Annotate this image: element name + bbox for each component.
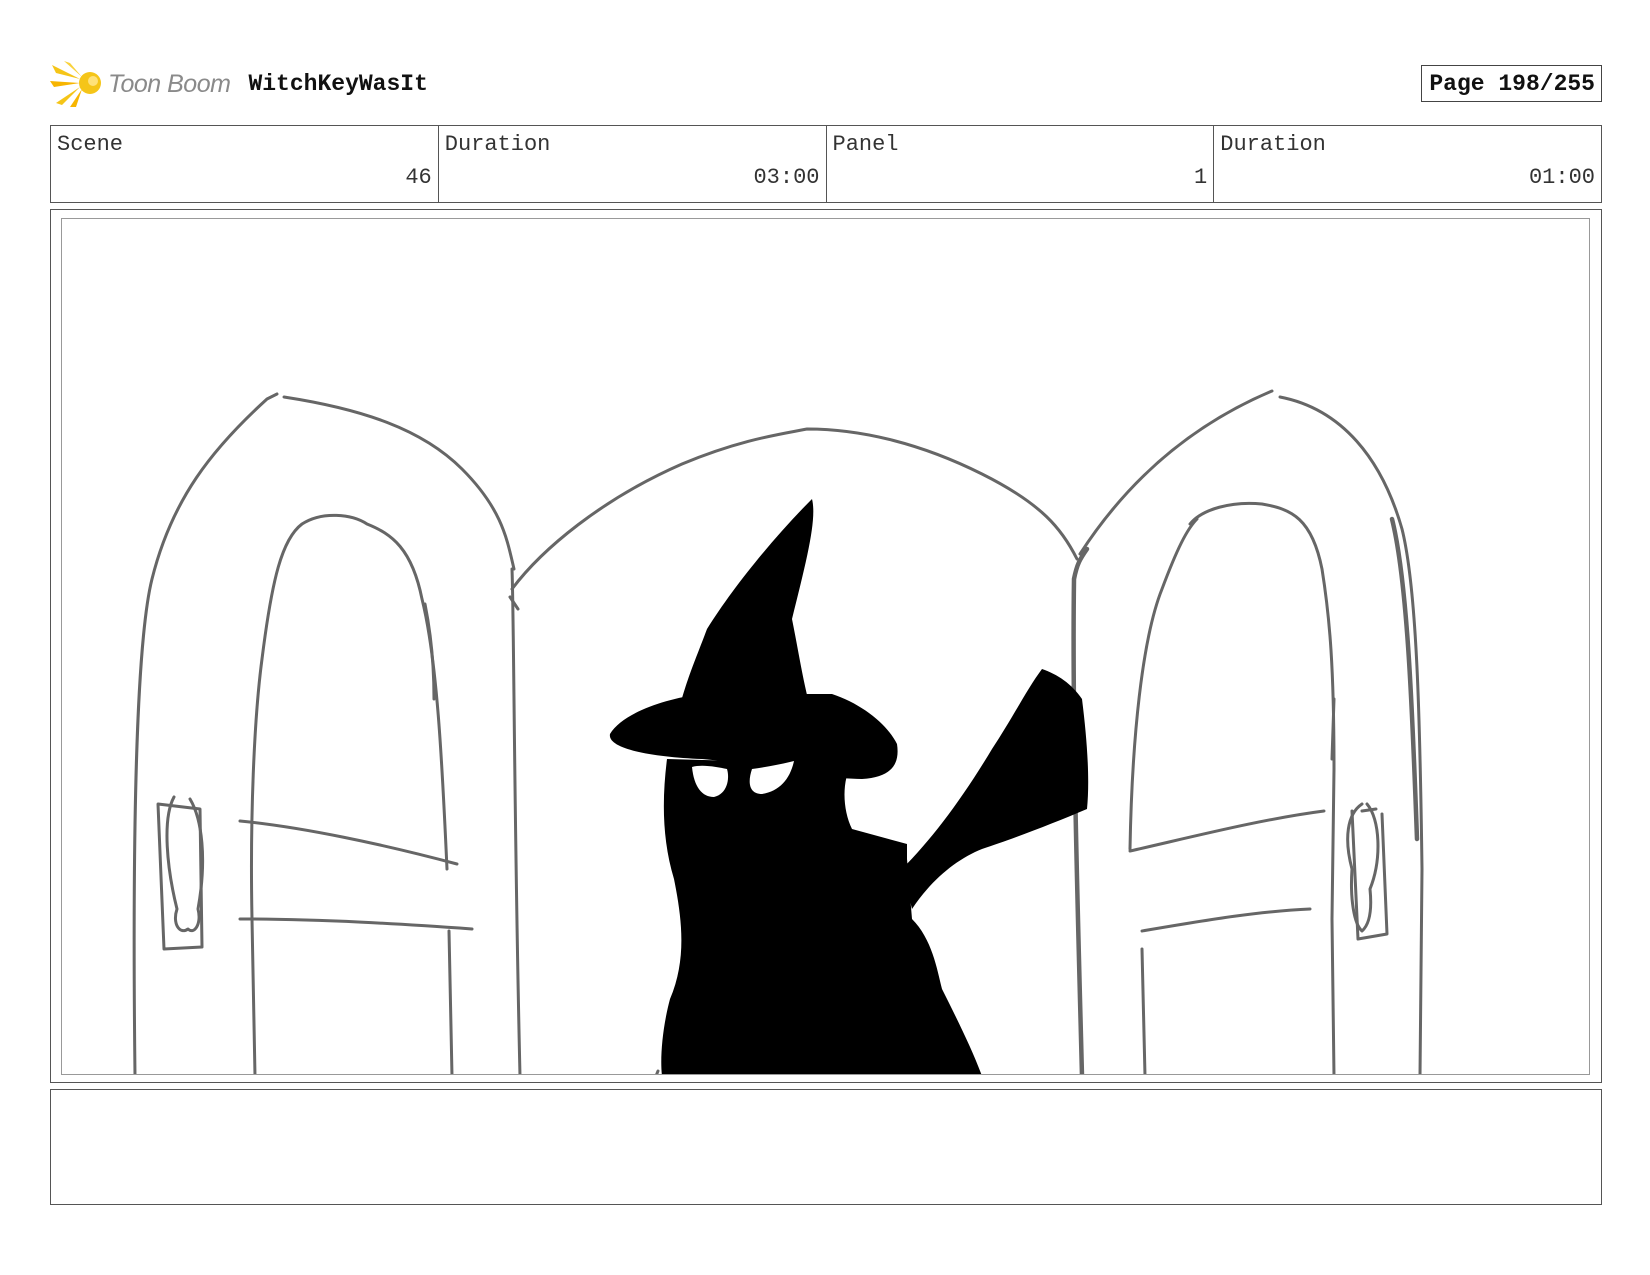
project-title: WitchKeyWasIt bbox=[248, 71, 428, 97]
panel-duration-label: Duration bbox=[1220, 132, 1326, 157]
panel-duration-value: 01:00 bbox=[1528, 165, 1595, 190]
toon-boom-starburst-icon bbox=[50, 61, 101, 107]
scene-info-table: Scene 46 Duration 03:00 Panel 1 Duration… bbox=[50, 125, 1602, 203]
storyboard-panel-image bbox=[61, 218, 1590, 1075]
panel-duration-cell: Duration 01:00 bbox=[1214, 126, 1601, 202]
scene-duration-value: 03:00 bbox=[753, 165, 820, 190]
panel-value: 1 bbox=[1194, 165, 1208, 190]
scene-label: Scene bbox=[57, 132, 124, 157]
scene-duration-cell: Duration 03:00 bbox=[439, 126, 827, 202]
panel-notes-box bbox=[50, 1089, 1602, 1205]
page-header: Toon Boom WitchKeyWasIt Page 198/255 bbox=[50, 58, 1602, 110]
toon-boom-logo: Toon Boom WitchKeyWasIt bbox=[50, 58, 428, 110]
panel-cell: Panel 1 bbox=[827, 126, 1215, 202]
scene-value: 46 bbox=[405, 165, 432, 190]
panel-label: Panel bbox=[832, 132, 899, 157]
witch-silhouette bbox=[609, 499, 1089, 1074]
scene-duration-label: Duration bbox=[444, 132, 551, 157]
logo-text: Toon Boom bbox=[108, 69, 231, 98]
page-indicator: Page 198/255 bbox=[1421, 65, 1602, 102]
witch-doors-sketch-icon bbox=[132, 389, 1424, 1074]
storyboard-panel-frame bbox=[50, 209, 1602, 1083]
scene-cell: Scene 46 bbox=[51, 126, 439, 202]
